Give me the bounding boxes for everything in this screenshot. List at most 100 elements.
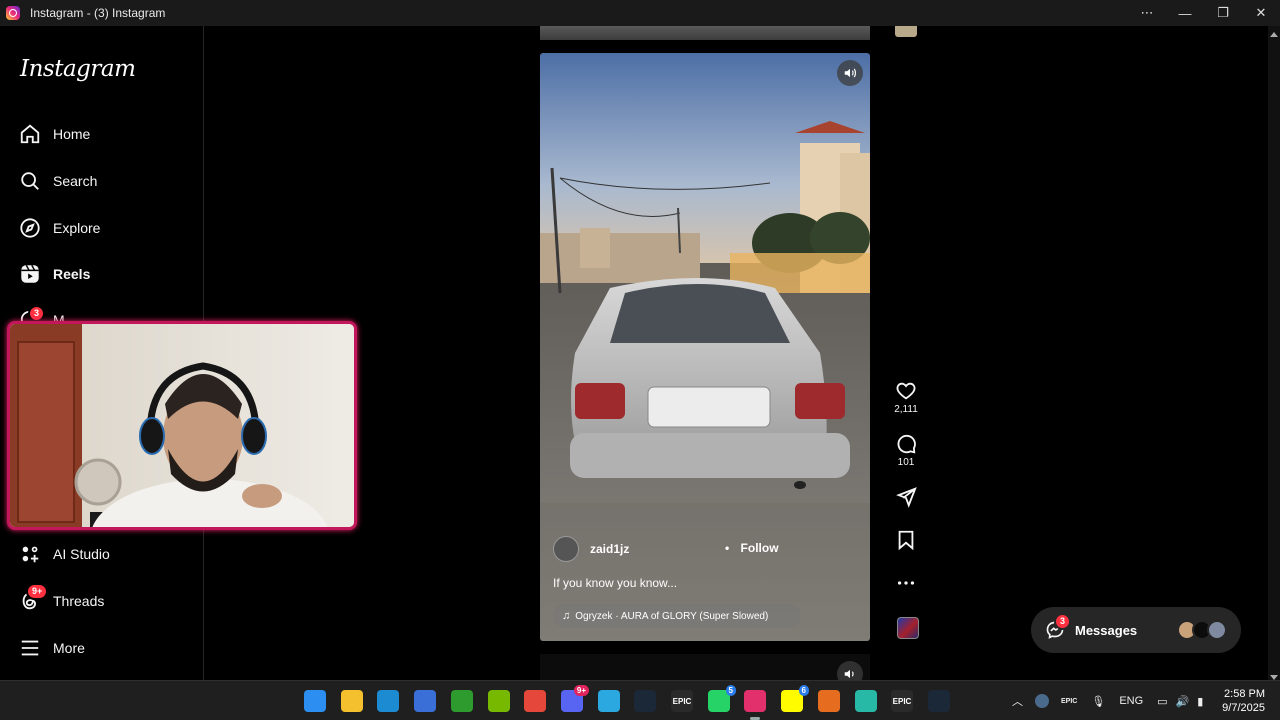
share-button[interactable] xyxy=(893,486,919,508)
show-hidden-icons-chevron[interactable]: ︿ xyxy=(1012,693,1023,709)
follow-separator: • xyxy=(725,541,730,555)
taskbar-clock[interactable]: 2:58 PM 9/7/2025 xyxy=(1222,687,1265,715)
nvidia-icon[interactable] xyxy=(488,690,510,712)
messages-count-badge: 3 xyxy=(1054,613,1072,630)
save-button[interactable] xyxy=(893,529,919,551)
follow-button[interactable]: • Follow xyxy=(725,541,779,555)
bookmark-icon xyxy=(898,530,914,551)
battery-icon[interactable]: ▮ xyxy=(1197,695,1203,708)
snapchat-icon[interactable]: 6 xyxy=(781,685,809,712)
author-avatar[interactable] xyxy=(553,536,579,562)
volume-icon xyxy=(844,669,854,679)
mute-toggle-button[interactable] xyxy=(837,60,863,86)
discord-icon[interactable]: 9+ xyxy=(561,685,589,712)
steam-icon[interactable] xyxy=(634,690,656,712)
avatar xyxy=(1207,620,1227,640)
whatsapp-icon[interactable]: 5 xyxy=(708,685,736,712)
steam-tray-icon[interactable] xyxy=(1035,694,1049,708)
sidebar-item-explore[interactable]: Explore xyxy=(18,213,100,243)
instagram-app-icon xyxy=(6,6,20,20)
edge-icon[interactable] xyxy=(377,690,399,712)
sidebar-item-label: Threads xyxy=(53,593,105,609)
sidebar-item-more[interactable]: More xyxy=(18,633,85,663)
heart-icon xyxy=(896,382,916,400)
messages-drawer-button[interactable]: 3 Messages xyxy=(1031,607,1241,653)
compass-icon xyxy=(18,216,42,240)
webcam-overlay xyxy=(7,321,357,530)
follow-label: Follow xyxy=(740,541,779,555)
scroll-up-arrow[interactable] xyxy=(1270,32,1278,37)
reels-icon xyxy=(18,262,42,286)
ai-studio-icon xyxy=(18,542,42,566)
comment-count: 101 xyxy=(897,457,915,468)
search-icon xyxy=(18,169,42,193)
messages-label: Messages xyxy=(1075,622,1138,638)
taskbar-notification-badge: 9+ xyxy=(573,685,589,696)
comment-button[interactable]: 101 xyxy=(893,433,919,468)
more-options-reel-button[interactable] xyxy=(893,574,919,592)
minimize-button[interactable]: — xyxy=(1166,0,1204,26)
instagram-logo[interactable]: Instagram xyxy=(20,56,136,82)
send-icon xyxy=(896,487,917,508)
sidebar-item-label: Home xyxy=(53,126,91,142)
browser-icon[interactable] xyxy=(598,690,620,712)
file-explorer-icon[interactable] xyxy=(341,690,363,712)
author-username[interactable]: zaid1jz xyxy=(590,542,629,556)
sidebar-item-home[interactable]: Home xyxy=(18,119,90,149)
threads-icon: 9+ xyxy=(18,583,49,613)
steam-icon[interactable] xyxy=(928,690,950,712)
more-options-button[interactable]: ⋯ xyxy=(1128,0,1166,26)
sidebar-item-label: Reels xyxy=(53,266,91,282)
epic-tray-icon[interactable]: EPIC xyxy=(1061,698,1077,705)
sidebar-item-reels[interactable]: Reels xyxy=(18,259,90,289)
like-count: 2,111 xyxy=(894,404,918,415)
microphone-icon[interactable]: 🎙 xyxy=(1091,695,1105,708)
webcam-video-image xyxy=(10,324,354,527)
music-note-icon: ♫ xyxy=(562,610,571,622)
volume-icon xyxy=(844,68,856,78)
reel-audio-link[interactable]: ♫ Ogryzek · AURA of GLORY (Super Slowed) xyxy=(553,604,801,628)
messages-badge: 3 xyxy=(28,305,46,322)
home-icon xyxy=(18,122,42,146)
sidebar-item-search[interactable]: Search xyxy=(18,166,97,196)
taskbar-notification-badge: 5 xyxy=(725,685,736,696)
threads-badge: 9+ xyxy=(26,583,49,600)
audio-title: Ogryzek · AURA of GLORY (Super Slowed) xyxy=(575,610,769,622)
app-icon[interactable] xyxy=(855,690,877,712)
audio-thumbnail-button[interactable] xyxy=(895,617,921,639)
reel-caption[interactable]: If you know you know... xyxy=(553,576,677,590)
clock-time: 2:58 PM xyxy=(1224,688,1265,700)
network-icon[interactable]: ▭ xyxy=(1157,695,1167,708)
comment-icon xyxy=(897,434,916,454)
previous-reel-audio-thumb[interactable] xyxy=(895,26,917,37)
microsoft-store-icon[interactable] xyxy=(414,690,436,712)
window-title: Instagram - (3) Instagram xyxy=(30,6,166,20)
sidebar-item-label: Search xyxy=(53,173,98,189)
sidebar-item-threads[interactable]: 9+ Threads xyxy=(18,583,105,616)
instagram-icon[interactable] xyxy=(744,690,766,712)
reel-author[interactable]: zaid1jz xyxy=(553,536,629,562)
page-scrollbar[interactable] xyxy=(1268,26,1280,686)
windows-taskbar: 9+ EPIC 5 6 EPIC ︿ EPIC 🎙 ENG ▭ 🔊 ▮ 2:58 PM … xyxy=(0,680,1280,720)
taskbar-notification-badge: 6 xyxy=(798,685,809,696)
windows-start-icon[interactable] xyxy=(304,690,326,712)
messenger-icon: 3 xyxy=(1045,613,1072,640)
close-button[interactable]: ✕ xyxy=(1242,0,1280,26)
volume-icon[interactable]: 🔊 xyxy=(1176,695,1190,708)
xbox-icon[interactable] xyxy=(451,690,473,712)
like-button[interactable]: 2,111 xyxy=(893,380,919,415)
messages-avatars xyxy=(1177,620,1227,640)
language-indicator[interactable]: ENG xyxy=(1119,695,1143,707)
sidebar-item-label: Explore xyxy=(53,220,101,236)
epic-games-icon[interactable]: EPIC xyxy=(891,690,913,712)
ellipsis-icon xyxy=(897,581,915,585)
sidebar-item-ai-studio[interactable]: AI Studio xyxy=(18,539,110,569)
chrome-icon[interactable] xyxy=(524,690,546,712)
system-tray: ︿ EPIC 🎙 ENG ▭ 🔊 ▮ xyxy=(1012,681,1203,720)
affinity-icon[interactable] xyxy=(818,690,840,712)
window-titlebar: Instagram - (3) Instagram ⋯ — ❐ ✕ xyxy=(0,0,1280,26)
epic-games-icon[interactable]: EPIC xyxy=(671,690,693,712)
previous-reel-edge[interactable] xyxy=(540,26,870,40)
maximize-button[interactable]: ❐ xyxy=(1204,0,1242,26)
clock-date: 9/7/2025 xyxy=(1222,702,1265,714)
